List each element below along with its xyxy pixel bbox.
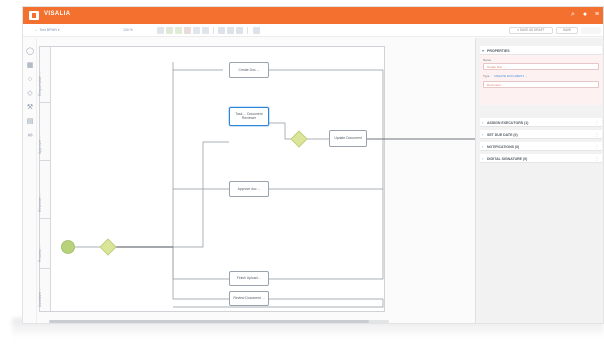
diamond-icon[interactable]: ◇ bbox=[26, 90, 34, 98]
chevron-right-icon: › bbox=[482, 120, 484, 125]
task-label: Create Doc ... bbox=[238, 68, 260, 72]
name-field-value: Create Doc ... bbox=[487, 65, 506, 69]
settings-icon[interactable] bbox=[253, 27, 260, 34]
screenshot-canvas: VISALIA ⌕ ● ≡ ← Test BPMN ▾ 100 % ▾ SAVE… bbox=[0, 0, 604, 344]
lane-header[interactable]: Approver ... bbox=[38, 103, 51, 161]
tool-palette: ◯ ▦ ○ ◇ ⚒ ▤ ∞ bbox=[23, 38, 37, 323]
document-field[interactable]: Document ... bbox=[483, 81, 599, 88]
user-icon[interactable]: ● bbox=[581, 11, 589, 19]
chevron-down-icon: ▾ bbox=[482, 48, 485, 53]
properties-panel: ▾ PROPERTIES Name Create Doc ... Type CR… bbox=[475, 38, 603, 323]
more-icon: ⋮ bbox=[595, 144, 599, 149]
more-icon: ⋮ bbox=[595, 156, 599, 161]
lane-label: Process ... bbox=[38, 245, 42, 262]
lane-header[interactable]: Process ... bbox=[38, 219, 51, 269]
zoom-out-icon[interactable] bbox=[227, 27, 234, 34]
redo-button[interactable] bbox=[166, 27, 173, 34]
horizontal-scrollbar[interactable] bbox=[49, 320, 389, 323]
type-label: Type bbox=[483, 74, 490, 78]
search-icon[interactable]: ⌕ bbox=[569, 11, 577, 19]
lane-label: Reviewer ... bbox=[38, 193, 42, 212]
task-node[interactable]: Update Document bbox=[329, 130, 367, 147]
grid-icon[interactable]: ▦ bbox=[26, 62, 34, 70]
task-label: Approve doc ... bbox=[237, 187, 261, 191]
top-bar: VISALIA ⌕ ● ≡ bbox=[23, 7, 603, 24]
section-title: SET DUE DATE (0) bbox=[487, 132, 518, 137]
fit-view-icon[interactable] bbox=[236, 27, 243, 34]
brand-name: VISALIA bbox=[44, 11, 71, 17]
properties-body: Name Create Doc ... Type CREATE DOCUMENT… bbox=[480, 55, 602, 105]
wrench-icon[interactable]: ⚒ bbox=[26, 104, 34, 112]
name-label: Name bbox=[483, 58, 492, 62]
align-button[interactable] bbox=[202, 27, 209, 34]
save-as-draft-button[interactable]: ▾ SAVE AS DRAFT bbox=[509, 27, 553, 34]
section-title: ASSIGN EXECUTORS (1) bbox=[487, 120, 529, 125]
task-label: Review Document ... bbox=[233, 296, 265, 300]
task-label: Task ... Document Reviewer bbox=[235, 112, 263, 120]
more-icon: ⋮ bbox=[595, 132, 599, 137]
document-field-value: Document ... bbox=[487, 83, 505, 87]
lane-header[interactable]: Reviewer ... bbox=[38, 161, 51, 219]
link-icon[interactable]: ∞ bbox=[26, 132, 34, 140]
bpmn-pool[interactable]: Responsible ... Approver ... Reviewer ..… bbox=[38, 46, 385, 313]
clipboard-icon[interactable]: ▤ bbox=[26, 118, 34, 126]
lane-header[interactable]: Responsible ... bbox=[38, 47, 51, 103]
undo-button[interactable] bbox=[157, 27, 164, 34]
chevron-right-icon: › bbox=[482, 132, 484, 137]
section-header-notifications[interactable]: › NOTIFICATIONS (0) ⋮ bbox=[480, 142, 602, 151]
lane-label: Assistant ... bbox=[38, 288, 42, 307]
section-header-digital-signature[interactable]: › DIGITAL SIGNATURE (0) ⋮ bbox=[480, 154, 602, 163]
section-title: DIGITAL SIGNATURE (0) bbox=[487, 156, 528, 161]
name-field[interactable]: Create Doc ... bbox=[483, 63, 599, 70]
breadcrumb[interactable]: ← Test BPMN ▾ bbox=[35, 28, 60, 32]
logo-icon bbox=[29, 11, 39, 20]
task-node[interactable]: Approve doc ... bbox=[229, 181, 269, 197]
zoom-level[interactable]: 100 % bbox=[123, 28, 133, 32]
section-title: NOTIFICATIONS (0) bbox=[487, 144, 520, 149]
task-label: Update Document bbox=[334, 136, 362, 140]
menu-icon[interactable]: ≡ bbox=[593, 11, 601, 19]
more-button[interactable] bbox=[581, 27, 601, 34]
toolbar: ← Test BPMN ▾ 100 % ▾ SAVE AS DRAFT SAVE bbox=[23, 24, 603, 37]
task-node[interactable]: Review Document ... bbox=[229, 291, 269, 306]
toolbar-divider bbox=[247, 27, 248, 34]
zoom-in-icon[interactable] bbox=[218, 27, 225, 34]
app-window: VISALIA ⌕ ● ≡ ← Test BPMN ▾ 100 % ▾ SAVE… bbox=[22, 6, 604, 324]
task-node[interactable]: Finish Upload ... bbox=[229, 271, 269, 286]
toolbar-divider bbox=[213, 27, 214, 34]
lane-label: Responsible ... bbox=[38, 72, 42, 96]
type-link[interactable]: CREATE DOCUMENT ... bbox=[494, 74, 527, 78]
hand-icon[interactable]: ◯ bbox=[26, 48, 34, 56]
add-task-button[interactable] bbox=[175, 27, 182, 34]
add-event-button[interactable] bbox=[193, 27, 200, 34]
lane-label: Approver ... bbox=[38, 135, 42, 154]
section-header-due-date[interactable]: › SET DUE DATE (0) ⋮ bbox=[480, 130, 602, 139]
scrollbar-thumb[interactable] bbox=[49, 320, 369, 323]
chevron-right-icon: › bbox=[482, 144, 484, 149]
task-label: Finish Upload ... bbox=[236, 276, 262, 280]
add-gateway-button[interactable] bbox=[184, 27, 191, 34]
more-icon: ⋮ bbox=[595, 120, 599, 125]
task-node-selected[interactable]: Task ... Document Reviewer bbox=[229, 107, 269, 126]
save-button[interactable]: SAVE bbox=[556, 27, 578, 34]
section-header-assign-executors[interactable]: › ASSIGN EXECUTORS (1) ⋮ bbox=[480, 118, 602, 127]
task-node[interactable]: Create Doc ... bbox=[229, 62, 269, 78]
chevron-right-icon: › bbox=[482, 156, 484, 161]
lane-header[interactable]: Assistant ... bbox=[38, 269, 51, 313]
circle-icon[interactable]: ○ bbox=[26, 76, 34, 84]
section-header-properties[interactable]: ▾ PROPERTIES bbox=[480, 46, 602, 55]
lane-headers: Responsible ... Approver ... Reviewer ..… bbox=[38, 47, 51, 313]
section-title: PROPERTIES bbox=[487, 48, 510, 53]
